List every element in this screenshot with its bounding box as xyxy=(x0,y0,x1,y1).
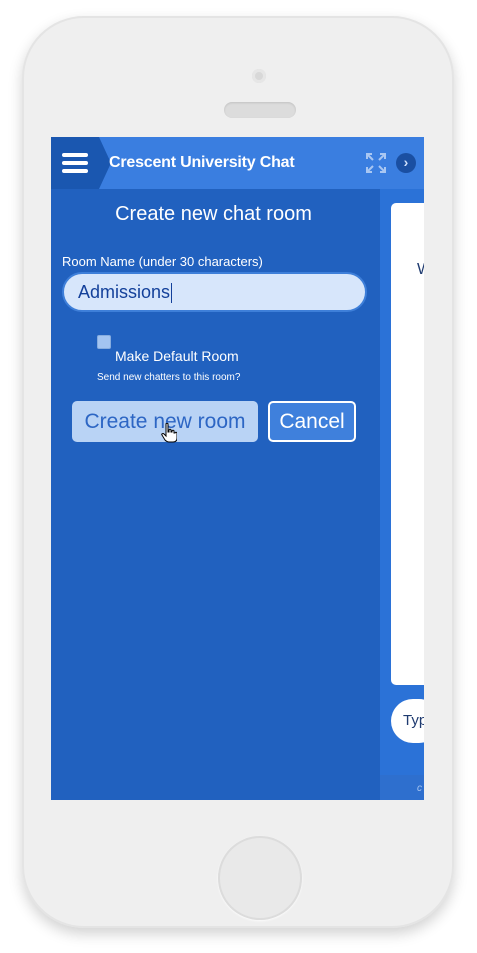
default-room-help: Send new chatters to this room? xyxy=(97,372,241,383)
default-room-checkbox[interactable] xyxy=(97,335,111,349)
create-room-panel: Create new chat room Room Name (under 30… xyxy=(51,189,380,800)
hand-cursor-icon xyxy=(161,423,177,443)
expand-icon[interactable] xyxy=(365,152,387,174)
speaker-grille xyxy=(224,102,296,118)
cancel-button[interactable]: Cancel xyxy=(268,401,356,442)
app-header: Crescent University Chat › xyxy=(51,137,424,189)
app-title: Crescent University Chat xyxy=(109,154,295,171)
camera-icon xyxy=(252,69,266,83)
room-name-value: Admissions xyxy=(78,282,171,302)
home-button[interactable] xyxy=(218,836,302,920)
default-room-label: Make Default Room xyxy=(115,348,239,364)
chevron-right-icon[interactable]: › xyxy=(396,153,416,173)
app-screen: Crescent University Chat › Create new ch… xyxy=(51,137,424,800)
menu-button[interactable] xyxy=(51,137,99,189)
form-title: Create new chat room xyxy=(115,203,312,225)
message-input-placeholder: Typ xyxy=(403,712,424,729)
chat-message-fragment: W xyxy=(417,261,424,279)
menu-icon xyxy=(62,153,88,173)
room-name-label: Room Name (under 30 characters) xyxy=(62,254,263,269)
room-name-input[interactable]: Admissions xyxy=(62,272,367,312)
text-caret xyxy=(171,283,173,304)
chat-footer-text: c xyxy=(417,783,422,794)
